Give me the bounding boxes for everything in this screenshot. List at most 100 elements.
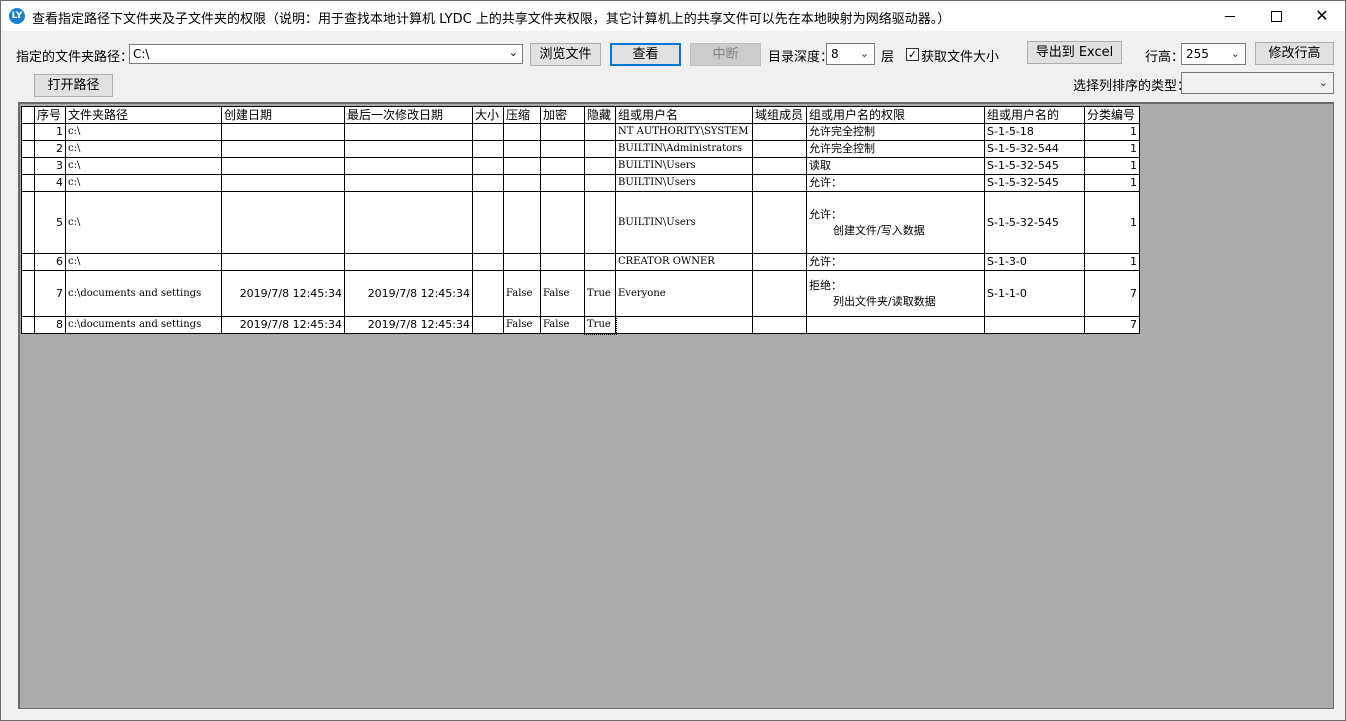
cell-size[interactable] xyxy=(472,316,504,334)
cell-modified[interactable] xyxy=(344,157,473,175)
row-header[interactable] xyxy=(21,191,35,254)
row-header[interactable] xyxy=(21,123,35,141)
cell-category[interactable]: 1 xyxy=(1084,191,1140,254)
cell-modified[interactable]: 2019/7/8 12:45:34 xyxy=(344,316,473,334)
cell-size[interactable] xyxy=(472,191,504,254)
cell-modified[interactable]: 2019/7/8 12:45:34 xyxy=(344,270,473,317)
cell-created[interactable]: 2019/7/8 12:45:34 xyxy=(221,316,345,334)
cell-sid[interactable]: S-1-5-32-544 xyxy=(984,140,1085,158)
close-button[interactable]: ✕ xyxy=(1299,1,1345,31)
cell-size[interactable] xyxy=(472,140,504,158)
cell-category[interactable]: 1 xyxy=(1084,123,1140,141)
cell-encrypted[interactable] xyxy=(540,253,585,271)
column-header[interactable]: 大小 xyxy=(472,106,504,124)
modify-row-height-button[interactable]: 修改行高 xyxy=(1255,42,1334,65)
cell-category[interactable]: 1 xyxy=(1084,174,1140,192)
cell-encrypted[interactable] xyxy=(540,174,585,192)
cell-permission[interactable]: 读取 xyxy=(806,157,985,175)
cell-domain-member[interactable] xyxy=(752,270,807,317)
cell-no[interactable]: 2 xyxy=(34,140,66,158)
path-combo[interactable]: C:\ ⌄ xyxy=(129,44,523,64)
minimize-button[interactable] xyxy=(1207,1,1253,31)
table-row[interactable]: 6 c:\ CREATOR OWNER 允许： S-1-3-0 1 xyxy=(21,253,1140,271)
cell-domain-member[interactable] xyxy=(752,123,807,141)
cell-encrypted[interactable] xyxy=(540,157,585,175)
cell-compressed[interactable] xyxy=(503,123,541,141)
cell-sid[interactable]: S-1-5-32-545 xyxy=(984,174,1085,192)
cell-sid[interactable]: S-1-1-0 xyxy=(984,270,1085,317)
cell-domain-member[interactable] xyxy=(752,191,807,254)
table-row[interactable]: 2 c:\ BUILTIN\Administrators 允许完全控制 S-1-5-32… xyxy=(21,140,1140,158)
cell-no[interactable]: 3 xyxy=(34,157,66,175)
column-header[interactable]: 文件夹路径 xyxy=(65,106,222,124)
cell-domain-member[interactable] xyxy=(752,140,807,158)
cell-hidden[interactable] xyxy=(584,191,616,254)
cell-created[interactable] xyxy=(221,253,345,271)
cell-sid[interactable]: S-1-5-18 xyxy=(984,123,1085,141)
table-row[interactable]: 4 c:\ BUILTIN\Users 允许： S-1-5-32-545 1 xyxy=(21,174,1140,192)
cell-no[interactable]: 7 xyxy=(34,270,66,317)
table-row[interactable]: 8 c:\documents and settings 2019/7/8 12:45… xyxy=(21,315,1140,335)
cell-no[interactable]: 6 xyxy=(34,253,66,271)
row-header[interactable] xyxy=(21,316,35,334)
cell-modified[interactable] xyxy=(344,123,473,141)
cell-category[interactable]: 7 xyxy=(1084,316,1140,334)
cell-encrypted[interactable] xyxy=(540,123,585,141)
cell-encrypted[interactable]: False xyxy=(540,316,585,334)
cell-path[interactable]: c:\ xyxy=(65,253,222,271)
cell-encrypted[interactable]: False xyxy=(540,270,585,317)
corner-cell[interactable] xyxy=(21,106,35,124)
stop-button[interactable]: 中断 xyxy=(690,43,761,66)
cell-user[interactable]: NT AUTHORITY\SYSTEM xyxy=(615,123,753,141)
cell-created[interactable] xyxy=(221,123,345,141)
export-excel-button[interactable]: 导出到 Excel xyxy=(1027,41,1122,64)
cell-compressed[interactable] xyxy=(503,140,541,158)
cell-path[interactable]: c:\ xyxy=(65,174,222,192)
view-button[interactable]: 查看 xyxy=(610,43,681,66)
cell-created[interactable] xyxy=(221,174,345,192)
column-header[interactable]: 分类编号 xyxy=(1084,106,1140,124)
row-header[interactable] xyxy=(21,157,35,175)
column-header[interactable]: 创建日期 xyxy=(221,106,345,124)
cell-user[interactable]: BUILTIN\Users xyxy=(615,191,753,254)
cell-created[interactable] xyxy=(221,157,345,175)
cell-domain-member[interactable] xyxy=(752,157,807,175)
table-row[interactable]: 1 c:\ NT AUTHORITY\SYSTEM 允许完全控制 S-1-5-18 1 xyxy=(21,123,1140,141)
size-checkbox-label[interactable]: 获取文件大小 xyxy=(921,46,999,65)
cell-size[interactable] xyxy=(472,123,504,141)
column-header[interactable]: 域组成员 xyxy=(752,106,807,124)
cell-hidden[interactable] xyxy=(584,174,616,192)
cell-path[interactable]: c:\ xyxy=(65,191,222,254)
table-row[interactable]: 5 c:\ BUILTIN\Users 允许： 创建文件/写入数据 S-1-5-32-54… xyxy=(21,191,1140,254)
cell-category[interactable]: 1 xyxy=(1084,253,1140,271)
column-header[interactable]: 最后一次修改日期 xyxy=(344,106,473,124)
cell-size[interactable] xyxy=(472,270,504,317)
cell-domain-member[interactable] xyxy=(752,174,807,192)
row-header[interactable] xyxy=(21,174,35,192)
maximize-button[interactable] xyxy=(1253,1,1299,31)
cell-created[interactable] xyxy=(221,191,345,254)
row-header[interactable] xyxy=(21,253,35,271)
cell-permission[interactable]: 允许： xyxy=(806,174,985,192)
cell-user[interactable]: CREATOR OWNER xyxy=(615,253,753,271)
browse-button[interactable]: 浏览文件 xyxy=(530,43,601,66)
cell-permission[interactable]: 允许完全控制 xyxy=(806,140,985,158)
cell-category[interactable]: 1 xyxy=(1084,140,1140,158)
column-header[interactable]: 加密 xyxy=(540,106,585,124)
column-header[interactable]: 压缩 xyxy=(503,106,541,124)
cell-permission[interactable]: 允许完全控制 xyxy=(806,123,985,141)
permissions-grid[interactable]: 序号 文件夹路径 创建日期 最后一次修改日期 大小 压缩 加密 隐藏 组或用户名… xyxy=(18,102,1334,709)
column-header[interactable]: 组或用户名的权限 xyxy=(806,106,985,124)
cell-no[interactable]: 5 xyxy=(34,191,66,254)
cell-hidden[interactable] xyxy=(584,157,616,175)
size-checkbox[interactable]: ✓ xyxy=(906,48,919,61)
table-row[interactable]: 7 c:\documents and settings 2019/7/8 12:45… xyxy=(21,270,1140,317)
cell-compressed[interactable] xyxy=(503,191,541,254)
cell-category[interactable]: 1 xyxy=(1084,157,1140,175)
cell-user[interactable]: BUILTIN\Administrators xyxy=(615,140,753,158)
cell-size[interactable] xyxy=(472,253,504,271)
column-header[interactable]: 组或用户名 xyxy=(615,106,753,124)
cell-modified[interactable] xyxy=(344,253,473,271)
cell-created[interactable]: 2019/7/8 12:45:34 xyxy=(221,270,345,317)
open-path-button[interactable]: 打开路径 xyxy=(34,74,113,97)
